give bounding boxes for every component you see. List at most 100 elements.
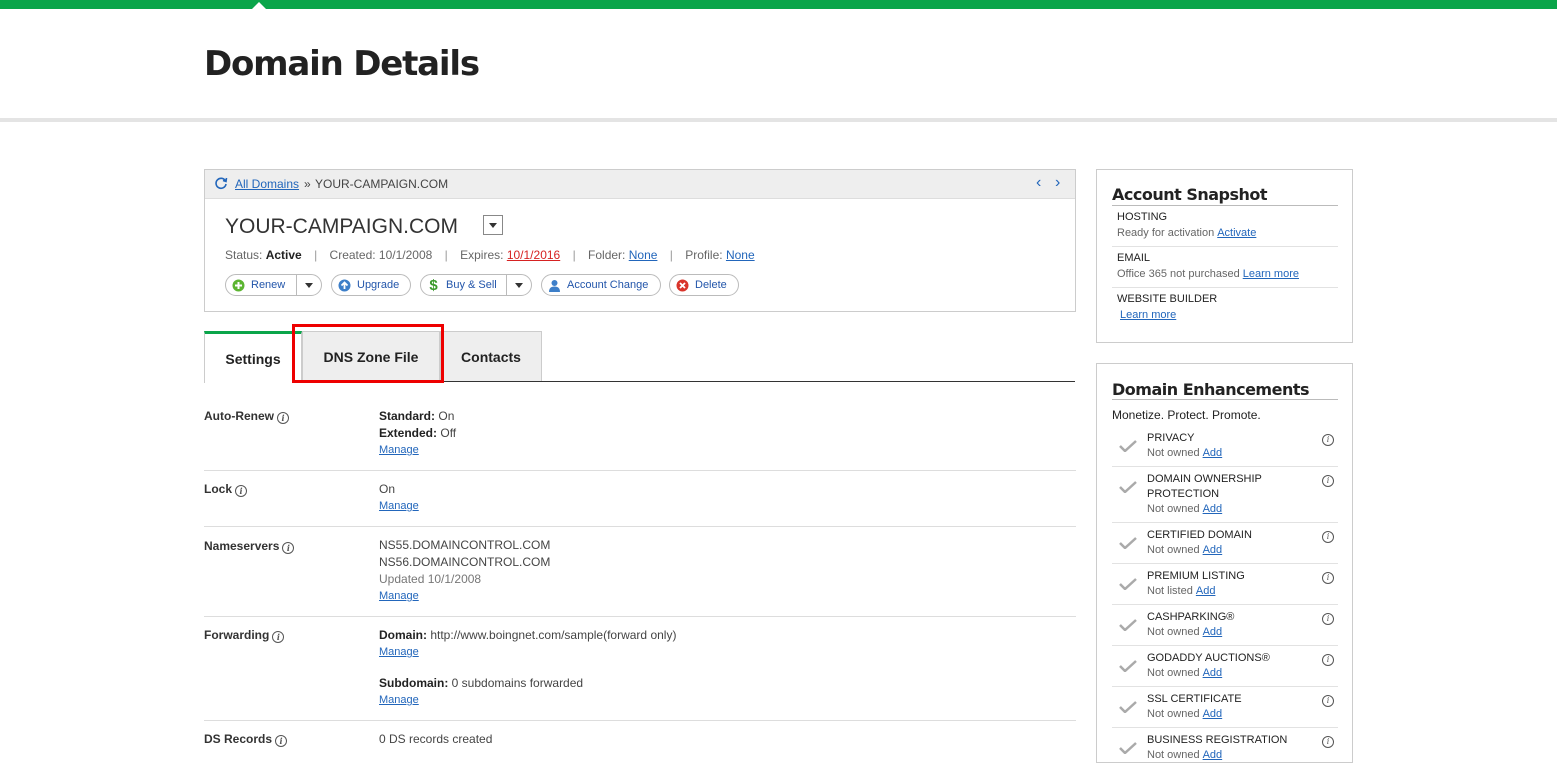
created-label: Created: [329, 248, 376, 262]
add-enhancement-link[interactable]: Add [1203, 503, 1223, 515]
lock-manage-link[interactable]: Manage [379, 500, 419, 512]
auto-renew-manage-link[interactable]: Manage [379, 444, 419, 456]
expires-label: Expires: [460, 248, 504, 262]
info-icon[interactable]: i [1322, 434, 1334, 446]
domain-menu-dropdown[interactable] [483, 215, 503, 235]
delete-label: Delete [695, 279, 727, 291]
profile-label: Profile: [685, 248, 723, 262]
nameservers-label: Nameservers i [204, 539, 295, 554]
nameservers-manage-link[interactable]: Manage [379, 590, 419, 602]
row-divider [204, 616, 1076, 617]
account-change-button[interactable]: Account Change [541, 274, 661, 296]
highlight-annotation-box [292, 324, 444, 383]
domain-status-line: Status: Active | Created: 10/1/2008 | Ex… [225, 248, 755, 262]
upgrade-label: Upgrade [357, 279, 400, 291]
chevron-left-icon[interactable]: ‹ [1036, 175, 1041, 191]
panel-title-rule [1112, 205, 1338, 206]
created-value: 10/1/2008 [378, 248, 433, 262]
check-icon [1119, 660, 1137, 672]
info-icon[interactable]: i [1322, 654, 1334, 666]
folder-link[interactable]: None [629, 248, 658, 262]
info-icon[interactable]: i [1322, 613, 1334, 625]
hosting-status: Ready for activation Activate [1117, 227, 1257, 239]
refresh-icon[interactable] [214, 176, 228, 190]
auto-renew-standard: Standard: On [379, 409, 455, 423]
activate-link[interactable]: Activate [1217, 227, 1256, 239]
breadcrumb-separator: » [304, 177, 311, 191]
info-icon[interactable]: i [1322, 475, 1334, 487]
email-learn-more-link[interactable]: Learn more [1243, 268, 1299, 280]
tab-contacts[interactable]: Contacts [440, 331, 542, 382]
enhancement-title: GODADDY AUCTIONS® [1147, 652, 1270, 664]
info-icon[interactable]: i [1322, 531, 1334, 543]
check-icon [1119, 578, 1137, 590]
lock-value: On [379, 482, 396, 496]
email-status: Office 365 not purchased Learn more [1117, 268, 1299, 280]
buy-sell-button[interactable]: $ Buy & Sell [420, 274, 532, 296]
check-icon [1119, 701, 1137, 713]
tab-settings[interactable]: Settings [204, 331, 302, 383]
nameserver-2: NS56.DOMAINCONTROL.COM [379, 555, 551, 569]
renew-dropdown-toggle[interactable] [296, 275, 321, 295]
renew-button[interactable]: Renew [225, 274, 322, 296]
info-icon[interactable]: i [282, 542, 295, 554]
pipe-divider: | [444, 248, 448, 262]
profile-link[interactable]: None [726, 248, 755, 262]
builder-learn-more-link[interactable]: Learn more [1120, 309, 1176, 321]
row-divider [1112, 645, 1338, 646]
breadcrumb: All Domains » YOUR-CAMPAIGN.COM ‹ › [205, 170, 1075, 199]
all-domains-link[interactable]: All Domains [235, 177, 299, 191]
pipe-divider: | [669, 248, 673, 262]
info-icon[interactable]: i [272, 631, 285, 643]
add-enhancement-link[interactable]: Add [1203, 544, 1223, 556]
renew-icon [232, 279, 245, 291]
info-icon[interactable]: i [1322, 695, 1334, 707]
add-enhancement-link[interactable]: Add [1203, 749, 1223, 761]
tab-label: Contacts [461, 348, 521, 365]
account-change-label: Account Change [567, 279, 649, 291]
enhancement-title: SSL CERTIFICATE [1147, 693, 1242, 705]
row-divider [1112, 522, 1338, 523]
row-divider [1112, 466, 1338, 467]
forwarding-subdomain-manage-link[interactable]: Manage [379, 694, 419, 706]
enhancement-status: Not owned Add [1147, 626, 1223, 638]
add-enhancement-link[interactable]: Add [1203, 447, 1223, 459]
info-icon[interactable]: i [277, 412, 289, 424]
user-icon [549, 279, 560, 292]
buy-sell-dropdown-toggle[interactable] [506, 275, 531, 295]
website-builder-status: Learn more [1117, 309, 1176, 321]
status-label: Status: [225, 248, 263, 262]
enhancement-status: Not owned Add [1147, 667, 1223, 679]
enhancement-title: DOMAIN OWNERSHIP PROTECTION [1147, 473, 1262, 500]
upgrade-button[interactable]: Upgrade [331, 274, 411, 296]
pipe-divider: | [314, 248, 318, 262]
panel-title-rule [1112, 399, 1338, 400]
delete-button[interactable]: Delete [669, 274, 739, 296]
info-icon[interactable]: i [1322, 736, 1334, 748]
enhancement-title: CASHPARKING® [1147, 611, 1235, 623]
row-divider [1112, 287, 1338, 288]
forwarding-domain-manage-link[interactable]: Manage [379, 646, 419, 658]
row-divider [204, 720, 1076, 721]
chevron-right-icon[interactable]: › [1055, 175, 1060, 191]
info-icon[interactable]: i [1322, 572, 1334, 584]
top-bar-notch [251, 2, 267, 10]
add-enhancement-link[interactable]: Add [1203, 626, 1223, 638]
check-icon [1119, 742, 1137, 754]
ds-records-label: DS Records i [204, 732, 288, 747]
info-icon[interactable]: i [235, 485, 248, 497]
info-icon[interactable]: i [275, 735, 288, 747]
ds-records-value: 0 DS records created [379, 732, 493, 746]
enhancement-status: Not owned Add [1147, 749, 1223, 761]
add-enhancement-link[interactable]: Add [1196, 585, 1216, 597]
enhancement-status: Not listed Add [1147, 585, 1216, 597]
panel-title: Account Snapshot [1112, 185, 1268, 204]
add-enhancement-link[interactable]: Add [1203, 708, 1223, 720]
enhancement-status: Not owned Add [1147, 708, 1223, 720]
tab-label: Settings [225, 350, 281, 367]
forwarding-label: Forwarding i [204, 628, 285, 643]
add-enhancement-link[interactable]: Add [1203, 667, 1223, 679]
expires-link[interactable]: 10/1/2016 [507, 248, 560, 262]
buy-sell-label: Buy & Sell [446, 279, 497, 291]
top-accent-bar [0, 0, 1557, 9]
